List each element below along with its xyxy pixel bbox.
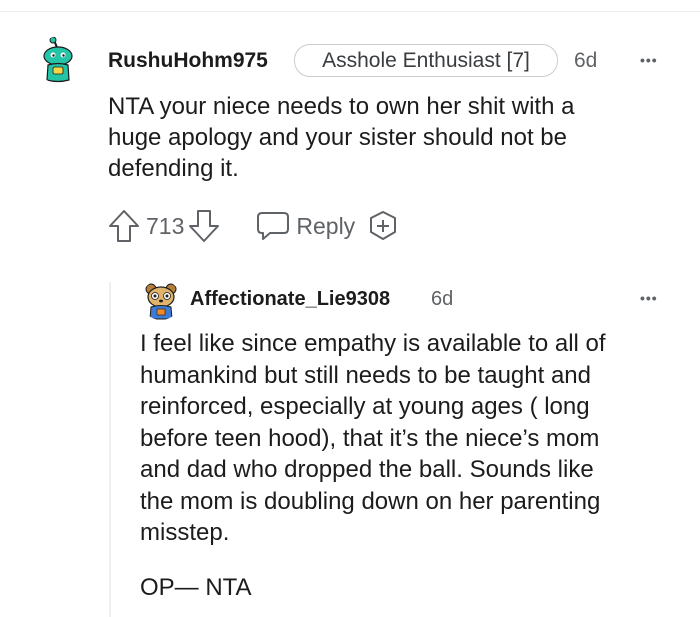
comment-body-line: huge apology and your sister should not …: [108, 124, 567, 151]
award-icon[interactable]: [367, 210, 399, 242]
reply-body-line: reinforced, especially at young ages ( l…: [140, 393, 590, 420]
comment-body-line: NTA your niece needs to own her shit wit…: [108, 93, 575, 120]
comment-timestamp[interactable]: 6d: [574, 49, 597, 73]
reply-button[interactable]: Reply: [256, 211, 355, 241]
reply-body-line: humankind but still needs to be taught a…: [140, 361, 591, 389]
user-avatar[interactable]: [36, 36, 84, 84]
reply-user-avatar[interactable]: [141, 280, 181, 320]
reply-bubble-icon: [256, 211, 290, 241]
comment-username[interactable]: RushuHohm975: [108, 49, 268, 73]
reply-body-line: the mom is doubling down on her parentin…: [140, 487, 601, 515]
reply-body-line: before teen hood), that it’s the niece’s…: [140, 424, 600, 452]
vote-count: 713: [146, 212, 185, 239]
user-flair-badge: Asshole Enthusiast [7]: [294, 44, 558, 77]
upvote-icon[interactable]: [108, 209, 140, 243]
bear-avatar-icon: [145, 283, 177, 320]
comment-body-line: defending it.: [108, 155, 239, 182]
downvote-icon[interactable]: [188, 209, 220, 243]
top-divider: [0, 0, 700, 12]
thread-line[interactable]: [109, 282, 111, 617]
snoo-avatar-icon: [43, 36, 73, 83]
comment-action-bar: 713 Reply: [108, 208, 399, 244]
reply-timestamp[interactable]: 6d: [431, 288, 453, 311]
reply-label: Reply: [296, 212, 356, 239]
reply-body-line: misstep.: [140, 519, 230, 546]
comment-body: NTA your niece needs to own her shit wit…: [108, 91, 688, 184]
reply-signoff: OP— NTA: [140, 574, 252, 601]
comment-more-button[interactable]: •••: [640, 53, 658, 67]
reply-username[interactable]: Affectionate_Lie9308: [190, 288, 390, 311]
reply-body-line: and dad who dropped the ball. Sounds lik…: [140, 456, 594, 483]
reply-body: I feel like since empathy is available t…: [140, 328, 695, 549]
reply-body-line: I feel like since empathy is available t…: [140, 330, 606, 357]
reply-more-button[interactable]: •••: [640, 291, 658, 305]
